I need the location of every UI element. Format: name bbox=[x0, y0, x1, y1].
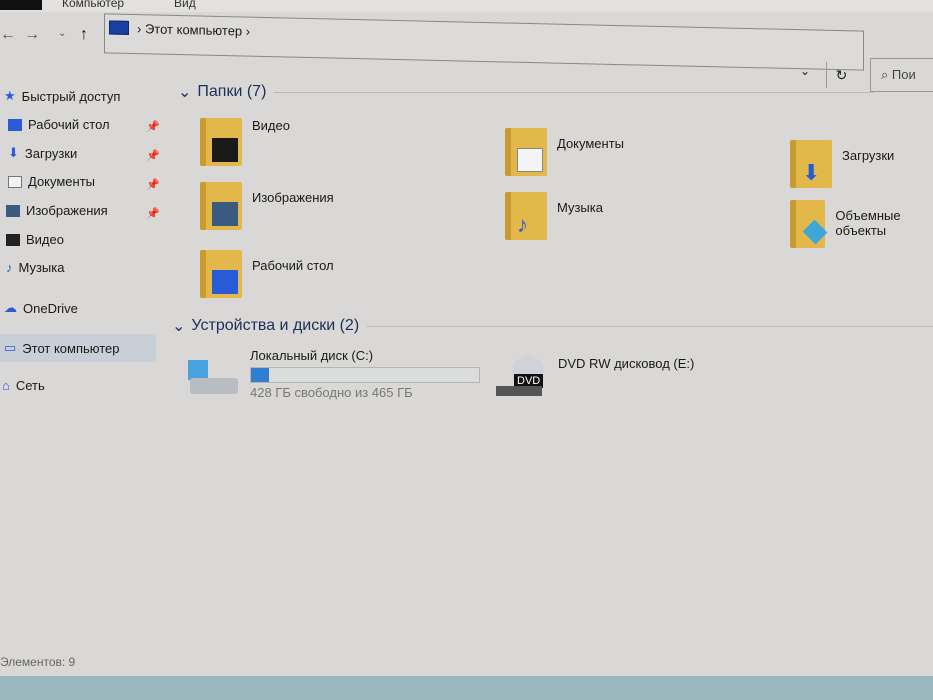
dvd-drive-icon: DVD bbox=[496, 356, 546, 398]
taskbar bbox=[0, 676, 933, 700]
network-icon: ⌂ bbox=[2, 378, 10, 393]
sidebar-item-video[interactable]: Видео bbox=[6, 232, 64, 247]
folder-pictures[interactable]: Изображения bbox=[200, 182, 334, 230]
navigation-bar: ← → ⌄ ↑ › Этот компьютер › bbox=[0, 13, 933, 92]
disk-usage-bar bbox=[250, 367, 480, 383]
sidebar-item-onedrive[interactable]: ☁ OneDrive bbox=[4, 300, 78, 316]
chevron-down-icon: ⌄ bbox=[172, 318, 186, 335]
ribbon-file-tab[interactable] bbox=[0, 0, 42, 10]
document-icon bbox=[8, 175, 22, 188]
tab-view[interactable]: Вид bbox=[174, 0, 196, 10]
sidebar-item-pictures[interactable]: Изображения bbox=[6, 203, 108, 218]
pin-icon[interactable]: 📌 bbox=[146, 207, 160, 220]
address-bar[interactable]: › Этот компьютер › bbox=[104, 13, 864, 71]
ribbon: Компьютер Вид bbox=[0, 0, 933, 12]
computer-icon bbox=[109, 20, 129, 35]
sidebar-item-desktop[interactable]: Рабочий стол bbox=[8, 117, 110, 132]
sidebar-item-downloads[interactable]: ⬇ Загрузки bbox=[8, 145, 77, 161]
breadcrumb-this-pc[interactable]: Этот компьютер bbox=[145, 21, 242, 38]
music-folder-icon: ♪ bbox=[505, 192, 547, 240]
drive-e[interactable]: DVD DVD RW дисковод (E:) bbox=[496, 356, 694, 398]
pin-icon[interactable]: 📌 bbox=[146, 120, 160, 133]
cloud-icon: ☁ bbox=[4, 300, 17, 315]
status-bar-item-count: Элементов: 9 bbox=[0, 655, 76, 669]
documents-folder-icon bbox=[505, 128, 547, 176]
search-input[interactable]: ⌕ Пои bbox=[870, 58, 933, 92]
devices-group-header[interactable]: ⌄ Устройства и диски (2) bbox=[172, 316, 933, 336]
folder-music[interactable]: ♪ Музыка bbox=[505, 192, 603, 240]
pin-icon[interactable]: 📌 bbox=[146, 149, 160, 162]
video-icon bbox=[6, 233, 20, 246]
divider bbox=[274, 92, 875, 93]
downloads-folder-icon: ⬇ bbox=[790, 140, 832, 188]
image-icon bbox=[6, 204, 20, 217]
star-icon: ★ bbox=[4, 88, 16, 103]
forward-button[interactable]: → bbox=[24, 26, 40, 44]
music-icon: ♪ bbox=[6, 260, 13, 275]
divider bbox=[367, 326, 933, 327]
drive-c[interactable]: Локальный диск (C:) 428 ГБ свободно из 4… bbox=[186, 348, 480, 400]
recent-dropdown[interactable]: ⌄ bbox=[58, 28, 66, 39]
sidebar-item-quick-access[interactable]: ★ Быстрый доступ bbox=[4, 88, 120, 104]
folder-documents[interactable]: Документы bbox=[505, 128, 624, 176]
sidebar-item-this-pc[interactable]: ▭ Этот компьютер bbox=[0, 334, 156, 362]
up-button[interactable]: ↑ bbox=[80, 26, 88, 44]
back-button[interactable]: ← bbox=[0, 26, 16, 44]
desktop-folder-icon bbox=[200, 250, 242, 298]
folder-downloads[interactable]: ⬇ Загрузки bbox=[790, 140, 894, 188]
folder-3d-objects[interactable]: Объемные объекты bbox=[790, 200, 933, 248]
desktop-icon bbox=[8, 118, 22, 131]
folder-video[interactable]: Видео bbox=[200, 118, 290, 166]
folders-group-header[interactable]: ⌄ Папки (7) bbox=[178, 82, 875, 102]
chevron-down-icon: ⌄ bbox=[178, 84, 192, 101]
pictures-folder-icon bbox=[200, 182, 242, 230]
pin-icon[interactable]: 📌 bbox=[146, 178, 160, 191]
folder-desktop[interactable]: Рабочий стол bbox=[200, 250, 334, 298]
download-icon: ⬇ bbox=[8, 145, 19, 160]
computer-icon: ▭ bbox=[4, 340, 17, 355]
sidebar-item-documents[interactable]: Документы bbox=[8, 174, 95, 189]
sidebar-item-network[interactable]: ⌂ Сеть bbox=[2, 378, 45, 393]
refresh-button[interactable]: ↻ bbox=[826, 62, 856, 88]
address-dropdown-icon[interactable]: ⌄ bbox=[800, 64, 810, 78]
tab-computer[interactable]: Компьютер bbox=[62, 0, 124, 10]
windows-drive-icon bbox=[186, 348, 238, 396]
3d-objects-folder-icon bbox=[790, 200, 828, 248]
sidebar-item-music[interactable]: ♪ Музыка bbox=[6, 260, 64, 275]
video-folder-icon bbox=[200, 118, 242, 166]
